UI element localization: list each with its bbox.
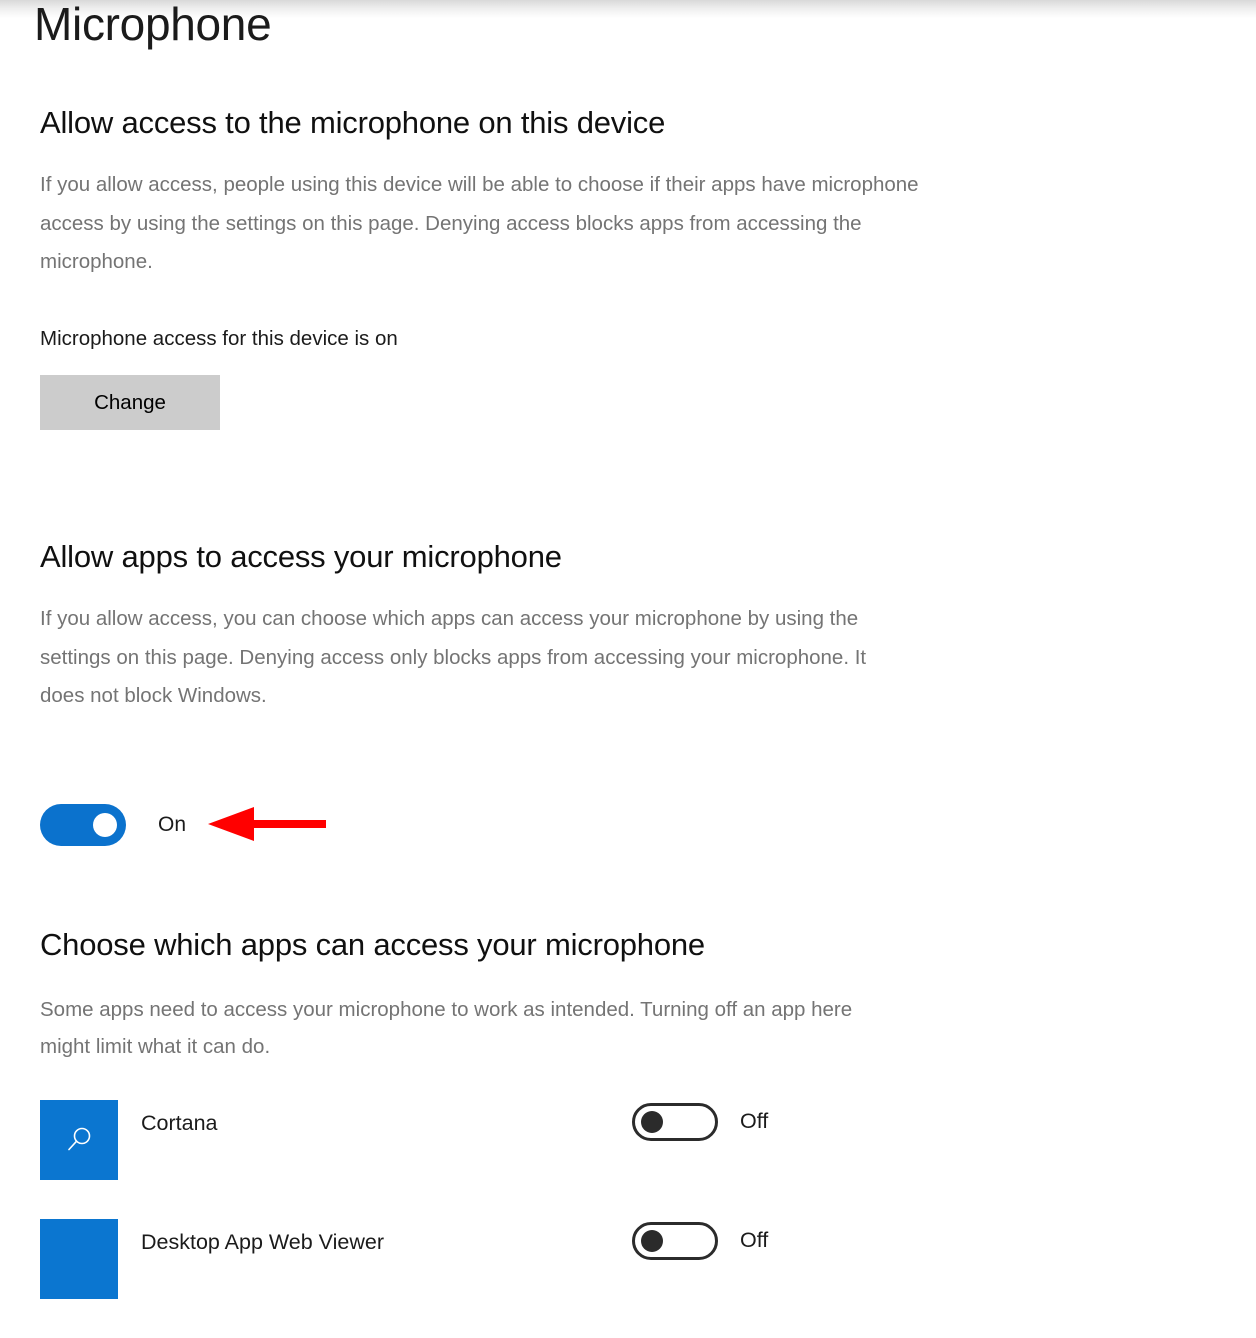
app-name: Cortana xyxy=(141,1111,218,1135)
app-access-toggle[interactable] xyxy=(632,1222,718,1260)
apps-access-description: If you allow access, you can choose whic… xyxy=(40,607,867,707)
apps-access-toggle[interactable] xyxy=(40,804,126,846)
apps-access-toggle-label: On xyxy=(158,813,187,836)
search-icon xyxy=(68,1127,91,1151)
app-icon-tile xyxy=(40,1219,118,1299)
change-button[interactable]: Change xyxy=(40,375,220,430)
device-access-status: Microphone access for this device is on xyxy=(40,327,398,350)
apps-access-toggle-row: On xyxy=(40,802,186,848)
app-access-toggle[interactable] xyxy=(632,1103,718,1141)
device-access-heading: Allow access to the microphone on this d… xyxy=(40,105,666,140)
app-name: Desktop App Web Viewer xyxy=(141,1230,385,1254)
app-chooser-description: Some apps need to access your microphone… xyxy=(40,998,853,1058)
device-access-description: If you allow access, people using this d… xyxy=(40,173,919,273)
annotation-arrow-icon xyxy=(208,807,326,841)
toggle-knob xyxy=(641,1230,663,1252)
toggle-knob xyxy=(641,1111,663,1133)
list-item: Desktop App Web Viewer Off xyxy=(40,1219,1040,1299)
settings-page: Microphone Allow access to the microphon… xyxy=(0,0,1256,1338)
toggle-knob xyxy=(93,813,117,837)
apps-access-heading: Allow apps to access your microphone xyxy=(40,539,562,574)
list-item: Cortana Off xyxy=(40,1100,1040,1180)
page-title: Microphone xyxy=(34,0,272,50)
app-access-state-label: Off xyxy=(740,1109,769,1133)
app-chooser-heading: Choose which apps can access your microp… xyxy=(40,927,705,962)
app-icon-tile xyxy=(40,1100,118,1180)
app-access-state-label: Off xyxy=(740,1228,769,1252)
